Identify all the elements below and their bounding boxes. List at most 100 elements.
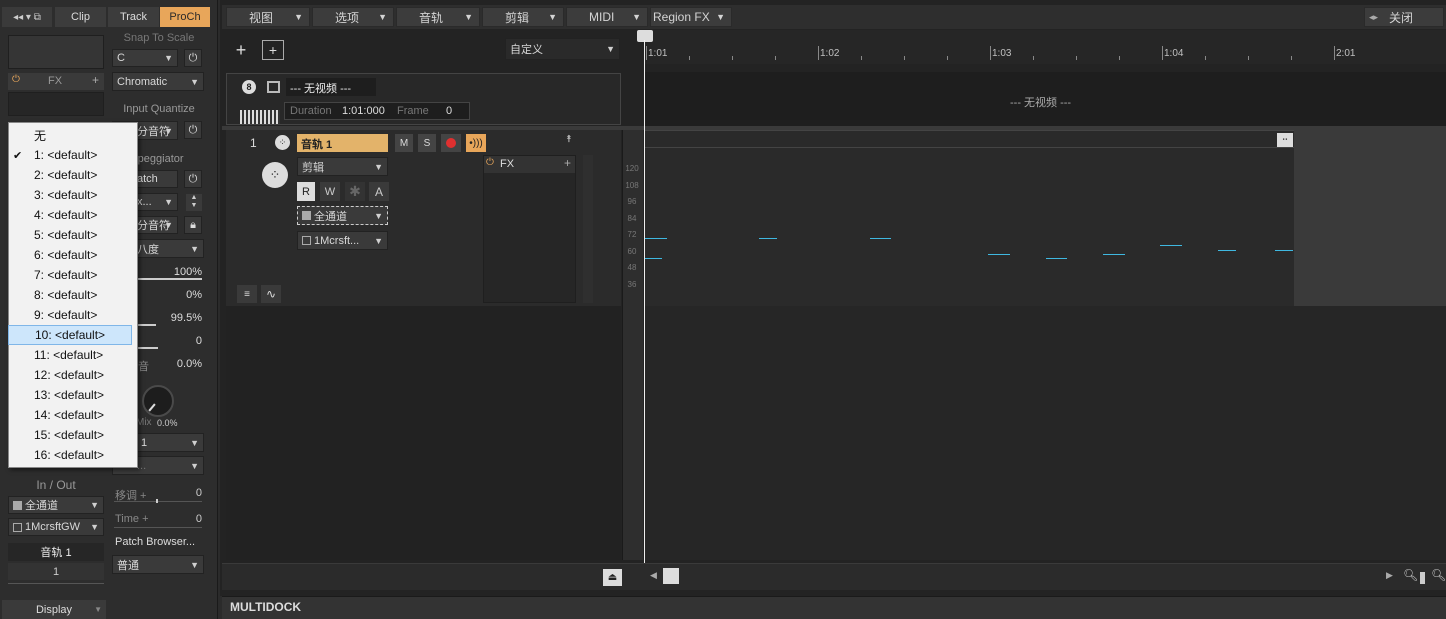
- power-icon[interactable]: ⏻: [486, 157, 494, 168]
- tab-track[interactable]: Track: [108, 7, 159, 27]
- patch-browser-button[interactable]: Patch Browser...: [115, 536, 195, 548]
- tab-clip[interactable]: Clip: [55, 7, 106, 27]
- menu-edit[interactable]: 剪辑 ▼: [482, 7, 564, 27]
- input-echo-button[interactable]: •))): [466, 134, 486, 152]
- menu-options[interactable]: 选项 ▼: [312, 7, 394, 27]
- channel-menu-item-label: 10: <default>: [35, 328, 106, 342]
- automation-button[interactable]: ∿: [261, 285, 281, 303]
- transpose-bar: [114, 501, 202, 502]
- channel-menu-item[interactable]: 5: <default>: [8, 225, 132, 245]
- ruler-tick: [646, 46, 647, 60]
- midi-clip[interactable]: [644, 130, 1294, 306]
- power-icon[interactable]: ⏻: [12, 74, 20, 85]
- duration-value[interactable]: 1:01:000: [342, 105, 385, 117]
- inspector-nav-icons[interactable]: ◂◂ ▾ ⧉: [2, 7, 52, 27]
- midi-note[interactable]: [870, 238, 891, 239]
- custom-select[interactable]: 自定义 ▼: [505, 38, 620, 60]
- lock-button[interactable]: 🔒︎: [184, 216, 202, 234]
- frame-value[interactable]: 0: [446, 105, 452, 117]
- add-fx-icon[interactable]: +: [92, 73, 99, 87]
- channel-menu-item[interactable]: 9: <default>: [8, 305, 132, 325]
- channel-menu-item[interactable]: 8: <default>: [8, 285, 132, 305]
- channel-menu-item[interactable]: 3: <default>: [8, 185, 132, 205]
- midi-note[interactable]: [1218, 250, 1236, 251]
- archive-button[interactable]: A: [369, 182, 389, 201]
- time-value[interactable]: 0: [180, 513, 202, 525]
- midi-note[interactable]: [645, 258, 662, 259]
- track-header-scroll: [583, 155, 593, 303]
- menu-track[interactable]: 音轨 ▼: [396, 7, 480, 27]
- menu-view[interactable]: 视图 ▼: [226, 7, 310, 27]
- channel-menu-item[interactable]: 7: <default>: [8, 265, 132, 285]
- mix-knob[interactable]: [142, 385, 174, 417]
- read-automation-button[interactable]: R: [297, 182, 315, 201]
- ruler-label: 1:03: [992, 48, 1012, 59]
- channel-menu-item[interactable]: 12: <default>: [8, 365, 132, 385]
- add-fx-icon[interactable]: +: [564, 156, 571, 170]
- transpose-value[interactable]: 0: [180, 487, 202, 499]
- track-layout-button[interactable]: ≡: [237, 285, 257, 303]
- channel-menu-item-label: 2: <default>: [34, 168, 98, 182]
- add-track-button[interactable]: +: [230, 40, 252, 60]
- mute-button[interactable]: M: [395, 134, 413, 152]
- arp-power-button[interactable]: ⏻: [184, 170, 202, 188]
- clip-menu-icon[interactable]: ⠒: [1277, 133, 1293, 147]
- midi-note[interactable]: [645, 238, 667, 239]
- channel-menu-item[interactable]: ✔ 1: <default>: [8, 145, 132, 165]
- midi-note[interactable]: [1275, 250, 1293, 251]
- duplicate-track-button[interactable]: +: [262, 40, 284, 60]
- video-icon: [267, 81, 280, 93]
- inout-output-select[interactable]: 1McrsftGW ▼: [8, 518, 104, 536]
- scale-select[interactable]: Chromatic ▼: [112, 72, 204, 91]
- channel-menu-item[interactable]: 14: <default>: [8, 405, 132, 425]
- midi-note[interactable]: [1103, 254, 1125, 255]
- channel-menu-item[interactable]: 15: <default>: [8, 425, 132, 445]
- track-input-select[interactable]: 全通道 ▼: [297, 206, 388, 225]
- channel-menu-item[interactable]: 2: <default>: [8, 165, 132, 185]
- horizontal-scroll-thumb[interactable]: [663, 568, 679, 584]
- multidock-bar[interactable]: [222, 596, 1446, 619]
- snap-power-button[interactable]: ⏻: [184, 49, 202, 67]
- channel-menu-item[interactable]: 4: <default>: [8, 205, 132, 225]
- midi-note[interactable]: [759, 238, 777, 239]
- channel-menu-item[interactable]: 16: <default>: [8, 445, 132, 465]
- solo-button[interactable]: S: [418, 134, 436, 152]
- record-arm-button[interactable]: [441, 134, 461, 152]
- midi-note[interactable]: [1046, 258, 1067, 259]
- zoom-slider[interactable]: [1420, 572, 1425, 584]
- scroll-left-icon[interactable]: ◀: [650, 570, 657, 581]
- inout-input-select[interactable]: 全通道 ▼: [8, 496, 104, 514]
- edit-mode-select[interactable]: 剪辑 ▼: [297, 157, 388, 176]
- video-track-name[interactable]: --- 无视频 ---: [286, 78, 376, 96]
- arp-stepper[interactable]: ▲ ▼: [186, 194, 202, 211]
- collapse-icon[interactable]: ⯭: [566, 134, 572, 145]
- track-name-field[interactable]: 音轨 1: [297, 134, 388, 152]
- zoom-out-icon[interactable]: 🔍︎: [1403, 568, 1418, 582]
- channel-menu-item[interactable]: 6: <default>: [8, 245, 132, 265]
- menu-midi[interactable]: MIDI ▼: [566, 7, 648, 27]
- velocity-strip: [622, 130, 643, 560]
- now-marker-handle[interactable]: [637, 30, 653, 42]
- channel-menu-item[interactable]: 13: <default>: [8, 385, 132, 405]
- freeze-button[interactable]: ✱: [345, 182, 365, 201]
- tab-proch[interactable]: ProCh: [160, 7, 210, 27]
- channel-menu-item[interactable]: 10: <default>: [8, 325, 132, 345]
- channel-menu-item-label: 5: <default>: [34, 228, 98, 242]
- patch-select[interactable]: 普通 ▼: [112, 555, 204, 574]
- zoom-in-icon[interactable]: 🔍︎: [1431, 568, 1446, 582]
- eject-button[interactable]: ⏏: [603, 569, 622, 586]
- midi-note[interactable]: [988, 254, 1010, 255]
- scroll-right-icon[interactable]: ▶: [1386, 570, 1393, 581]
- key-select[interactable]: C ▼: [112, 49, 178, 67]
- midi-note[interactable]: [1160, 245, 1182, 246]
- back-forward-icon[interactable]: ◂◂ ▾ ⧉: [13, 12, 41, 23]
- write-automation-button[interactable]: W: [320, 182, 340, 201]
- inout-track-name[interactable]: 音轨 1: [8, 543, 104, 561]
- channel-menu-item[interactable]: 11: <default>: [8, 345, 132, 365]
- iq-power-button[interactable]: ⏻: [184, 121, 202, 139]
- close-button[interactable]: ◂▸ 关闭: [1364, 7, 1444, 27]
- track-output-select[interactable]: 1Mcrsft... ▼: [297, 231, 388, 250]
- display-button[interactable]: Display ▼: [2, 600, 106, 619]
- menu-region-fx[interactable]: Region FX ▼: [650, 7, 732, 27]
- channel-menu-item[interactable]: 无: [8, 125, 132, 145]
